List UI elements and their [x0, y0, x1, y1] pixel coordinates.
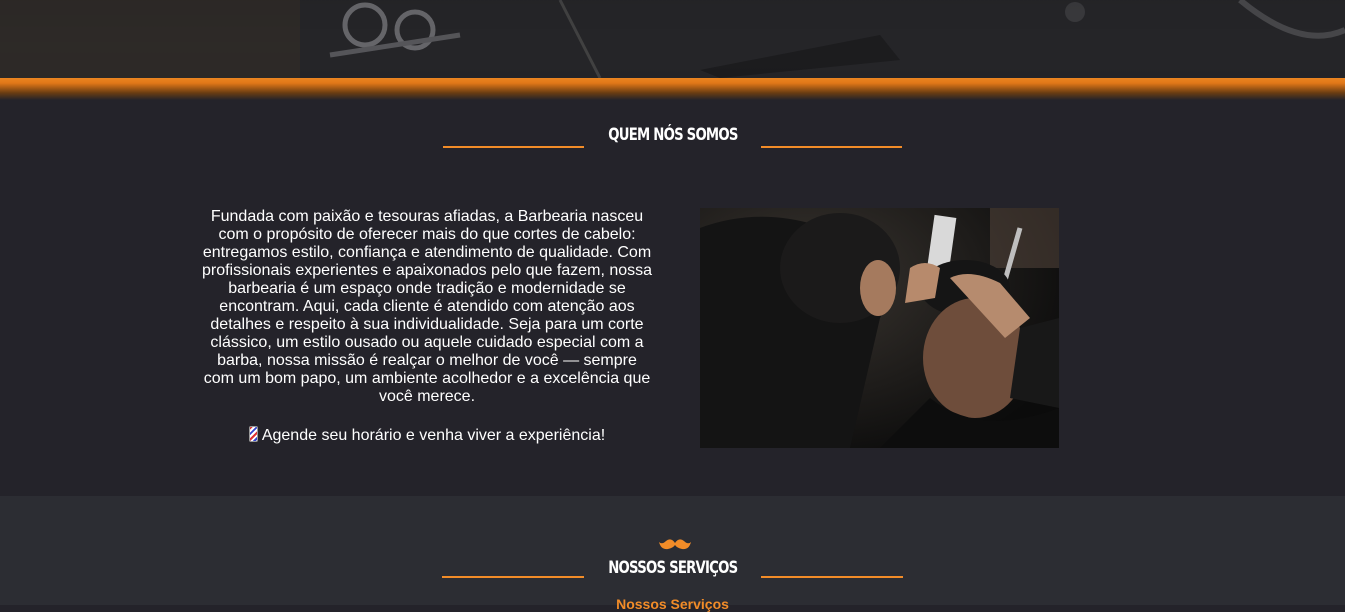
hero-orange-glow	[0, 76, 1345, 100]
about-text: Fundada com paixão e tesouras afiadas, a…	[200, 208, 654, 445]
barber-photo-illustration	[700, 208, 1059, 448]
about-cta: Agende seu horário e venha viver a exper…	[200, 426, 654, 445]
heading-line-left	[442, 146, 584, 148]
mustache-icon	[659, 539, 691, 550]
services-section: NOSSOS SERVIÇOS Nossos Serviços	[0, 496, 1345, 612]
barber-cutting-hair-photo	[700, 208, 1059, 448]
heading-line-right	[761, 146, 903, 148]
barber-pole-icon	[248, 426, 258, 442]
services-subtitle: Nossos Serviços	[616, 596, 729, 612]
hero-banner	[0, 0, 1345, 78]
about-heading: QUEM NÓS SOMOS	[0, 122, 1345, 148]
services-title: NOSSOS SERVIÇOS	[607, 558, 738, 578]
barber-tools-background-image	[0, 0, 1345, 78]
about-title: QUEM NÓS SOMOS	[607, 125, 738, 145]
services-heading: NOSSOS SERVIÇOS	[0, 558, 1345, 578]
about-paragraph: Fundada com paixão e tesouras afiadas, a…	[201, 208, 653, 405]
about-section: QUEM NÓS SOMOS Fundada com paixão e teso…	[0, 100, 1345, 494]
about-cta-text: Agende seu horário e venha viver a exper…	[261, 427, 606, 444]
heading-line-left	[441, 576, 584, 578]
heading-line-right	[761, 576, 904, 578]
